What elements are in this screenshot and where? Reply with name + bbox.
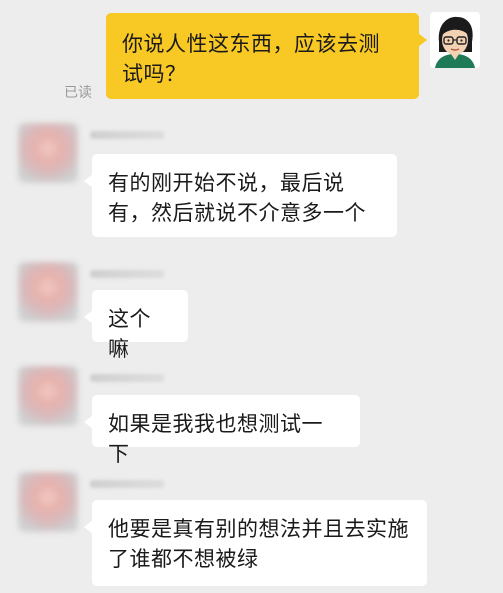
self-avatar[interactable] <box>430 12 480 68</box>
incoming-message-bubble[interactable]: 有的刚开始不说，最后说有，然后就说不介意多一个 <box>84 154 397 237</box>
outgoing-message-bubble[interactable]: 你说人性这东西，应该去测试吗？ <box>106 13 427 99</box>
read-status-label: 已读 <box>64 85 92 101</box>
incoming-message-text: 这个嘛 <box>108 307 151 361</box>
contact-avatar[interactable] <box>18 123 78 183</box>
contact-avatar[interactable] <box>18 366 78 426</box>
contact-nickname-blurred <box>90 480 164 488</box>
incoming-message-bubble[interactable]: 如果是我我也想测试一下 <box>84 395 360 466</box>
contact-nickname-blurred <box>90 374 164 382</box>
incoming-message-text: 他要是真有别的想法并且去实施了谁都不想被绿 <box>108 517 409 571</box>
incoming-message-text: 有的刚开始不说，最后说有，然后就说不介意多一个 <box>108 171 366 225</box>
contact-avatar[interactable] <box>18 472 78 532</box>
cartoon-avatar-icon <box>430 12 480 68</box>
contact-avatar[interactable] <box>18 262 78 322</box>
outgoing-message-text: 你说人性这东西，应该去测试吗？ <box>122 32 380 86</box>
incoming-message-bubble[interactable]: 他要是真有别的想法并且去实施了谁都不想被绿 <box>84 500 427 586</box>
chat-window: 你说人性这东西，应该去测试吗？ 已读 有的刚开始不说，最后说有，然后就说不介意多… <box>0 0 503 593</box>
incoming-message-text: 如果是我我也想测试一下 <box>108 412 323 466</box>
incoming-message-bubble[interactable]: 这个嘛 <box>84 290 188 361</box>
contact-nickname-blurred <box>90 131 164 139</box>
contact-nickname-blurred <box>90 270 164 278</box>
